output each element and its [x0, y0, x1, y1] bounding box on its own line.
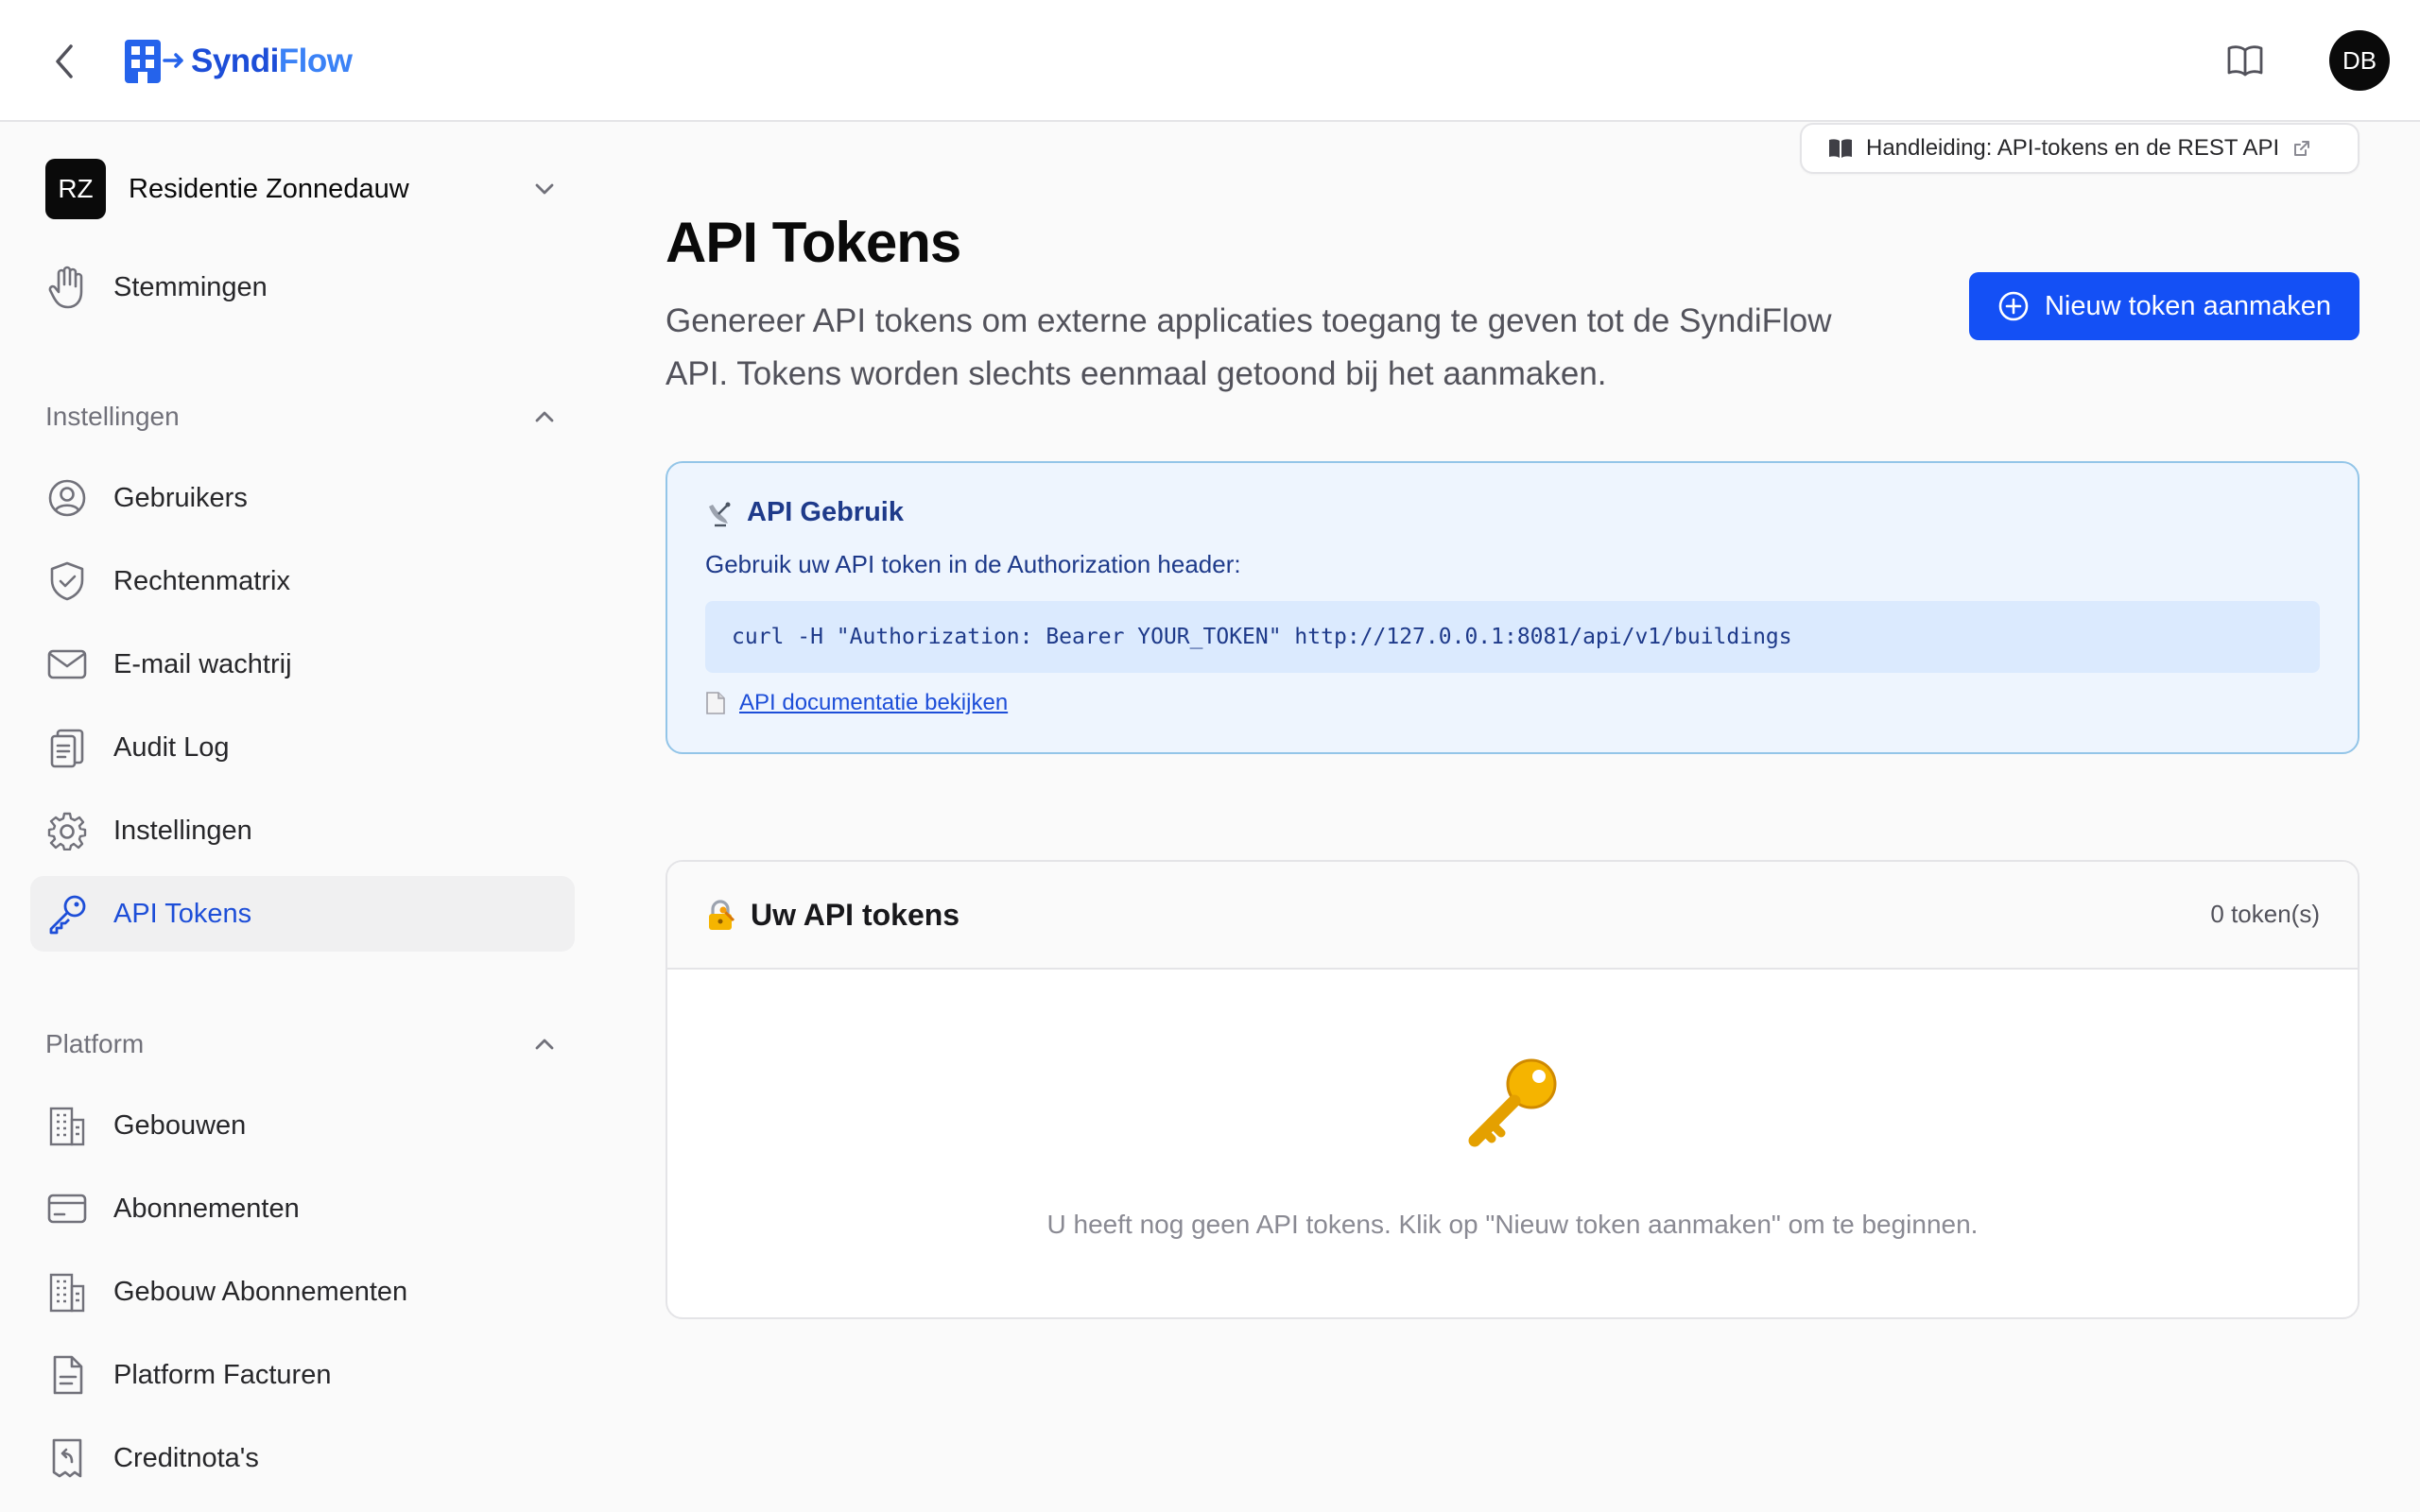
sidebar-item-label: Stemmingen [113, 271, 268, 302]
plus-circle-icon [1998, 291, 2029, 321]
token-count: 0 token(s) [2210, 900, 2320, 928]
app-name: SyndiFlow [191, 43, 353, 79]
chevron-down-icon [535, 183, 554, 195]
sidebar-item-platform-facturen[interactable]: Platform Facturen [30, 1337, 575, 1413]
docs-button[interactable] [2221, 37, 2269, 84]
manual-link-label: Handleiding: API-tokens en de REST API [1866, 135, 2280, 161]
sidebar-item-label: Abonnementen [113, 1193, 300, 1224]
sidebar-item-label: Audit Log [113, 731, 230, 763]
back-button[interactable] [45, 40, 83, 83]
section-title: Platform [45, 1029, 145, 1058]
chevron-up-icon [535, 411, 554, 422]
api-docs-link[interactable]: API documentatie bekijken [739, 690, 1008, 716]
curl-example[interactable]: curl -H "Authorization: Bearer YOUR_TOKE… [705, 601, 2320, 673]
sidebar-item-label: Platform Facturen [113, 1359, 332, 1390]
sidebar-item-label: Gebruikers [113, 482, 248, 513]
api-usage-title: API Gebruik [747, 497, 904, 527]
sidebar-item-audit-log[interactable]: Audit Log [30, 710, 575, 785]
sidebar-item-label: Creditnota's [113, 1442, 259, 1473]
manual-link[interactable]: Handleiding: API-tokens en de REST API [1800, 123, 2360, 174]
sidebar-item-creditnotas[interactable]: Creditnota's [30, 1420, 575, 1496]
page-description: Genereer API tokens om externe applicati… [666, 302, 1832, 392]
hand-icon [45, 266, 89, 309]
sidebar-item-abonnementen[interactable]: Abonnementen [30, 1171, 575, 1246]
sidebar-item-gebruikers[interactable]: Gebruikers [30, 460, 575, 536]
sidebar-item-gebouwen[interactable]: Gebouwen [30, 1088, 575, 1163]
org-name: Residentie Zonnedauw [129, 173, 409, 204]
section-toggle-platform[interactable]: Platform [45, 1023, 556, 1065]
sidebar-item-email-wachtrij[interactable]: E-mail wachtrij [30, 627, 575, 702]
sidebar: RZ Residentie Zonnedauw Stemmingen Inste… [0, 124, 605, 1512]
gear-icon [45, 809, 89, 852]
sidebar-item-api-tokens[interactable]: API Tokens [30, 876, 575, 952]
clipboard-icon [45, 726, 89, 769]
empty-state-text: U heeft nog geen API tokens. Klik op "Ni… [1046, 1210, 1979, 1239]
building-icon [45, 1270, 89, 1314]
new-token-button[interactable]: Nieuw token aanmaken [1969, 272, 2360, 340]
key-icon [45, 892, 89, 936]
document-icon [45, 1353, 89, 1397]
chevron-up-icon [535, 1039, 554, 1050]
page-title: API Tokens [666, 211, 961, 274]
section-toggle-instellingen[interactable]: Instellingen [45, 396, 556, 438]
satellite-antenna-icon [709, 502, 731, 526]
sidebar-item-rechtenmatrix[interactable]: Rechtenmatrix [30, 543, 575, 619]
api-usage-text: Gebruik uw API token in de Authorization… [705, 550, 1241, 578]
sidebar-item-stemmingen[interactable]: Stemmingen [30, 249, 575, 325]
section-title: Instellingen [45, 402, 180, 431]
sidebar-item-label: Gebouw Abonnementen [113, 1276, 408, 1307]
new-token-button-label: Nieuw token aanmaken [2044, 290, 2332, 321]
top-bar: SyndiFlow DB [0, 0, 2420, 122]
locked-with-key-icon [709, 899, 735, 930]
chevron-left-icon [56, 44, 73, 78]
tokens-card: Uw API tokens 0 token(s) U heeft nog gee… [666, 860, 2360, 1319]
external-link-icon [2294, 141, 2310, 156]
mail-icon [45, 643, 89, 686]
sidebar-item-instellingen[interactable]: Instellingen [30, 793, 575, 868]
building-logo-icon [125, 40, 183, 83]
empty-state-icon [667, 1056, 2358, 1150]
book-open-icon [2227, 45, 2263, 77]
org-badge: RZ [45, 159, 106, 219]
book-open-icon [1829, 139, 1852, 158]
sidebar-item-label: Instellingen [113, 815, 252, 846]
sidebar-item-label: API Tokens [113, 898, 252, 929]
tokens-card-header: Uw API tokens 0 token(s) [667, 862, 2358, 970]
sidebar-item-gebouw-abonnementen[interactable]: Gebouw Abonnementen [30, 1254, 575, 1330]
credit-card-icon [45, 1187, 89, 1230]
api-usage-box: API Gebruik Gebruik uw API token in de A… [666, 461, 2360, 754]
tokens-card-title: Uw API tokens [751, 898, 960, 932]
organization-switcher[interactable]: RZ Residentie Zonnedauw [45, 159, 556, 219]
receipt-refund-icon [45, 1436, 89, 1480]
key-emoji-icon [1468, 1058, 1557, 1147]
shield-check-icon [45, 559, 89, 603]
user-circle-icon [45, 476, 89, 520]
sidebar-item-label: Rechtenmatrix [113, 565, 290, 596]
sidebar-item-label: Gebouwen [113, 1109, 247, 1141]
page-icon [706, 692, 725, 714]
app-logo[interactable]: SyndiFlow [123, 38, 353, 85]
building-icon [45, 1104, 89, 1147]
curl-example-text: curl -H "Authorization: Bearer YOUR_TOKE… [732, 625, 1792, 649]
user-avatar[interactable]: DB [2329, 30, 2390, 91]
sidebar-item-label: E-mail wachtrij [113, 648, 292, 679]
